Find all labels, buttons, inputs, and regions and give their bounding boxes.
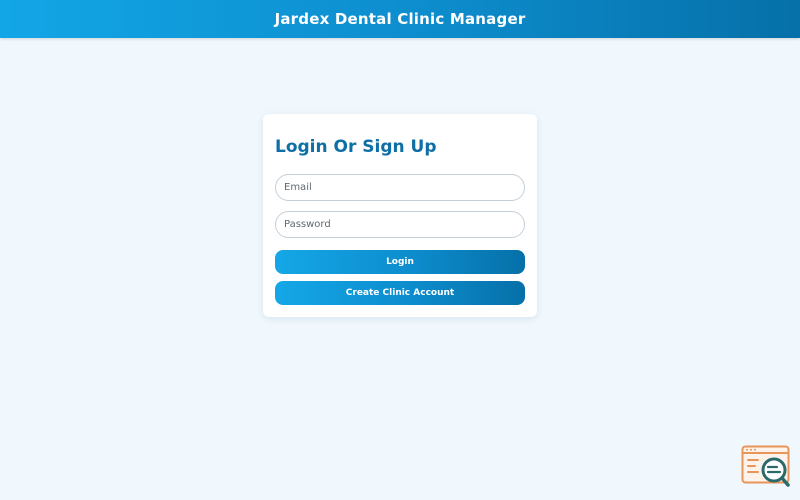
create-clinic-account-button[interactable]: Create Clinic Account xyxy=(275,281,525,305)
email-field[interactable] xyxy=(275,174,525,201)
search-code-icon xyxy=(741,445,790,487)
app-title: Jardex Dental Clinic Manager xyxy=(274,10,526,28)
login-title: Login Or Sign Up xyxy=(275,137,437,157)
login-card: Login Or Sign Up Login Create Clinic Acc… xyxy=(263,114,537,317)
search-code-widget[interactable] xyxy=(741,445,791,490)
app-header: Jardex Dental Clinic Manager xyxy=(0,0,800,38)
password-field[interactable] xyxy=(275,211,525,238)
login-button[interactable]: Login xyxy=(275,250,525,274)
